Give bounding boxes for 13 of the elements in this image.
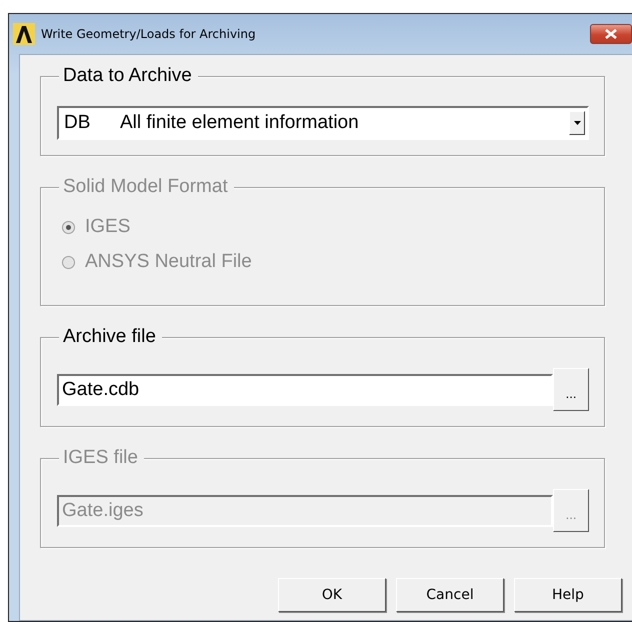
dialog-button[interactable]: Cancel [396,578,504,612]
chevron-logo-icon [13,23,35,45]
caret-icon [574,121,580,125]
window-title: Write Geometry/Loads for Archiving [41,27,257,41]
input-field[interactable]: Gate.cdb [57,374,554,406]
dropdown-field[interactable]: DB All finite element information [57,106,589,140]
browse-button[interactable]: ... [553,368,589,411]
radio-label: ANSYS Neutral File [85,251,252,273]
close-icon [605,29,617,39]
dialog-button[interactable]: OK [278,578,386,612]
close-button[interactable] [590,24,632,44]
dialog-button[interactable]: Help [514,578,622,612]
radio-label: IGES [85,216,130,238]
